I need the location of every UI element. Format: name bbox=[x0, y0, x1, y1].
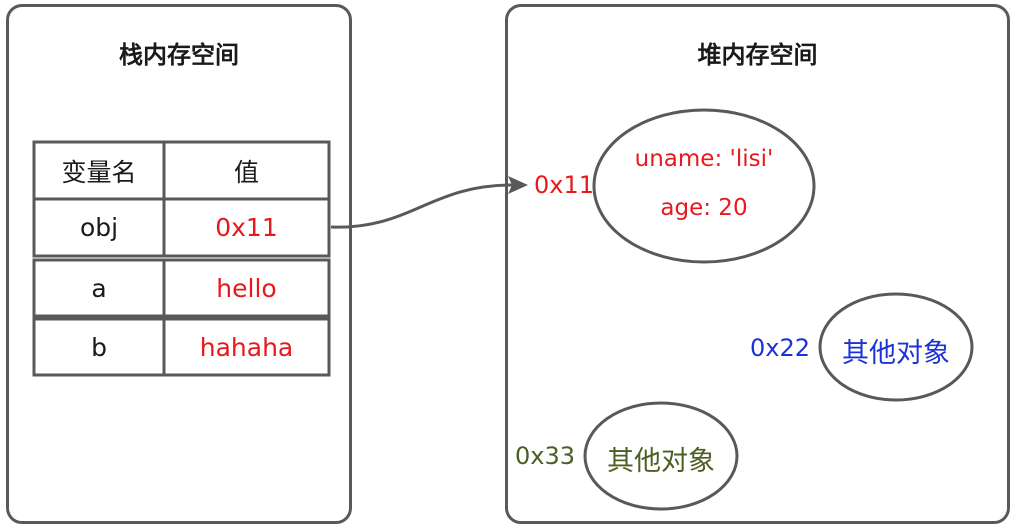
heap-object-0x33-label: 其他对象 bbox=[607, 446, 715, 477]
table-row-a-value: hello bbox=[216, 273, 277, 303]
heap-object-0x11-line-age: age: 20 bbox=[660, 195, 748, 221]
table-row-b-name: b bbox=[91, 332, 107, 362]
heap-object-0x11-ellipse bbox=[592, 108, 816, 264]
table-header-name: 变量名 bbox=[61, 157, 137, 187]
heap-object-0x22-address: 0x22 bbox=[750, 334, 811, 362]
heap-object-0x22-label: 其他对象 bbox=[842, 338, 950, 369]
table-row-b-value: hahaha bbox=[199, 332, 294, 362]
heap-object-0x11-address: 0x11 bbox=[534, 171, 595, 199]
table-row-obj-value: 0x11 bbox=[215, 213, 278, 242]
heap-object-0x33-address: 0x33 bbox=[515, 442, 576, 470]
table-row-a-name: a bbox=[91, 273, 107, 303]
heap-object-0x11-line-uname: uname: 'lisi' bbox=[634, 146, 774, 172]
table-header-value: 值 bbox=[233, 157, 259, 187]
table-row-obj-name: obj bbox=[79, 213, 119, 242]
reference-arrow bbox=[330, 183, 513, 229]
